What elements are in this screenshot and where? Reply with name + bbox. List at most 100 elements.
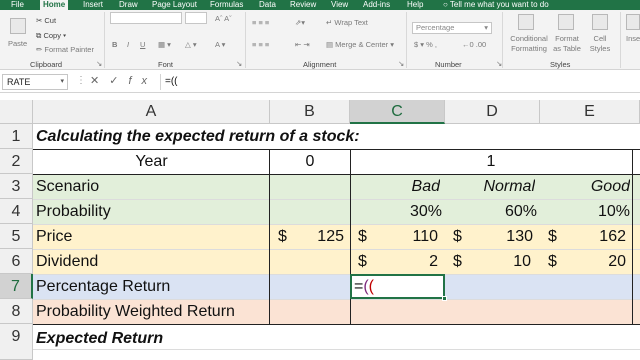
- paste-icon[interactable]: [10, 18, 26, 34]
- price-normal-cell[interactable]: 130: [445, 224, 533, 249]
- name-box[interactable]: RATE ▾: [2, 74, 68, 90]
- fill-color-icon[interactable]: △ ▾: [185, 40, 197, 49]
- expected-return-label-cell[interactable]: Expected Return: [36, 326, 163, 351]
- tab-home[interactable]: Home: [40, 0, 69, 10]
- left-align-icon[interactable]: ≡ ≡ ≡: [252, 40, 269, 49]
- fill-handle[interactable]: [442, 296, 447, 301]
- row-header-1[interactable]: 1: [0, 124, 33, 149]
- ribbon-separator: [502, 12, 503, 68]
- row-header-6[interactable]: 6: [0, 249, 33, 274]
- tab-review[interactable]: Review: [287, 0, 319, 10]
- insert-function-icon[interactable]: fx: [128, 75, 157, 87]
- insert-cells-icon[interactable]: [626, 14, 640, 30]
- weighted-return-label-cell[interactable]: Probability Weighted Return: [36, 299, 235, 324]
- currency-format-icon[interactable]: $ ▾ % ,: [414, 40, 437, 49]
- row-header-3[interactable]: 3: [0, 174, 33, 199]
- year-0-cell[interactable]: 0: [270, 149, 350, 174]
- year-1-cell[interactable]: 1: [350, 149, 632, 174]
- font-size-select[interactable]: [185, 12, 207, 24]
- column-header-d[interactable]: D: [445, 100, 540, 124]
- tab-page-layout[interactable]: Page Layout: [149, 0, 200, 10]
- prob-bad-cell[interactable]: 30%: [350, 199, 442, 224]
- tab-insert[interactable]: Insert: [80, 0, 106, 10]
- row-header-4[interactable]: 4: [0, 199, 33, 224]
- column-header-a[interactable]: A: [33, 100, 270, 124]
- tab-data[interactable]: Data: [256, 0, 279, 10]
- orientation-icon[interactable]: ⇗▾: [295, 18, 305, 27]
- indent-icon[interactable]: ⇤ ⇥: [295, 40, 310, 49]
- prob-good-cell[interactable]: 10%: [540, 199, 630, 224]
- format-as-table-icon[interactable]: [558, 14, 574, 30]
- copy-button[interactable]: ⧉ Copy ▾: [36, 31, 66, 41]
- dialog-launcher-icon[interactable]: ↘: [236, 59, 242, 68]
- row-header-5[interactable]: 5: [0, 224, 33, 249]
- column-header-b[interactable]: B: [270, 100, 350, 124]
- price-label-cell[interactable]: Price: [36, 224, 72, 249]
- price-0-cell[interactable]: 125: [270, 224, 344, 249]
- chevron-down-icon: ▾: [60, 78, 64, 85]
- column-header-c[interactable]: C: [350, 100, 445, 124]
- price-good-cell[interactable]: 162: [540, 224, 626, 249]
- formula-bar: RATE ▾ ⋮ ✕✓fx =((: [0, 71, 640, 93]
- font-name-select[interactable]: [110, 12, 182, 24]
- tell-me-search[interactable]: ○ Tell me what you want to do: [443, 0, 549, 10]
- sheet-title[interactable]: Calculating the expected return of a sto…: [36, 124, 360, 149]
- scenario-normal-cell[interactable]: Normal: [445, 174, 535, 199]
- cut-button[interactable]: ✂ Cut: [36, 16, 56, 25]
- paste-button[interactable]: Paste: [8, 39, 27, 48]
- div-bad-cell[interactable]: 2: [350, 249, 438, 274]
- cancel-icon[interactable]: ✕: [90, 75, 109, 87]
- dividend-label-cell[interactable]: Dividend: [36, 249, 98, 274]
- pct-return-label-cell[interactable]: Percentage Return: [36, 274, 170, 299]
- row-header-2[interactable]: 2: [0, 149, 33, 174]
- tab-help[interactable]: Help: [404, 0, 426, 10]
- tab-formulas[interactable]: Formulas: [207, 0, 246, 10]
- insert-cells-button[interactable]: Inse: [626, 34, 640, 43]
- italic-button[interactable]: I: [127, 40, 129, 49]
- format-as-table-button[interactable]: Format as Table: [551, 34, 583, 54]
- conditional-formatting-icon[interactable]: [518, 14, 534, 30]
- formula-input[interactable]: =((: [160, 74, 638, 90]
- top-align-icon[interactable]: ≡ ≡ ≡: [252, 18, 269, 27]
- dialog-launcher-icon[interactable]: ↘: [96, 59, 102, 68]
- wrap-text-button[interactable]: ↵ Wrap Text: [326, 18, 368, 27]
- tab-file[interactable]: File: [8, 0, 27, 10]
- enter-icon[interactable]: ✓: [109, 75, 128, 87]
- format-painter-button[interactable]: ✏ Format Painter: [36, 45, 94, 54]
- active-cell-editor[interactable]: =((: [350, 274, 445, 299]
- div-normal-cell[interactable]: 10: [445, 249, 531, 274]
- year-label-cell[interactable]: Year: [33, 149, 270, 174]
- underline-button[interactable]: U: [140, 40, 145, 49]
- ribbon: Paste ✂ Cut ⧉ Copy ▾ ✏ Format Painter Cl…: [0, 10, 640, 70]
- font-color-icon[interactable]: A ▾: [215, 40, 225, 49]
- prob-normal-cell[interactable]: 60%: [445, 199, 537, 224]
- number-format-select[interactable]: Percentage ▾: [412, 22, 492, 34]
- tab-view[interactable]: View: [328, 0, 351, 10]
- cell-styles-icon[interactable]: [592, 14, 608, 30]
- worksheet-grid[interactable]: A B C D E 1 2 3 4 5 6 7 8 9 Calculating …: [0, 100, 640, 360]
- scenario-label-cell[interactable]: Scenario: [36, 174, 99, 199]
- probability-label-cell[interactable]: Probability: [36, 199, 111, 224]
- table-border: [33, 324, 640, 325]
- decimal-icon[interactable]: ←0 .00: [462, 40, 486, 49]
- bold-button[interactable]: B: [112, 40, 117, 49]
- scenario-good-cell[interactable]: Good: [540, 174, 630, 199]
- select-all-corner[interactable]: [0, 100, 33, 124]
- dialog-launcher-icon[interactable]: ↘: [398, 59, 404, 68]
- lightbulb-icon: ○: [443, 0, 448, 9]
- row-header-9[interactable]: 9: [0, 324, 33, 360]
- price-bad-cell[interactable]: 110: [350, 224, 438, 249]
- tab-add-ins[interactable]: Add-ins: [360, 0, 393, 10]
- cell-styles-button[interactable]: Cell Styles: [588, 34, 612, 54]
- column-header-e[interactable]: E: [540, 100, 640, 124]
- grow-font-icon[interactable]: Aˆ Aˇ: [215, 14, 232, 23]
- scenario-bad-cell[interactable]: Bad: [350, 174, 440, 199]
- ribbon-separator: [406, 12, 407, 68]
- row-header-7[interactable]: 7: [0, 274, 33, 299]
- row-header-8[interactable]: 8: [0, 299, 33, 324]
- borders-icon[interactable]: ▦ ▾: [158, 40, 171, 49]
- div-good-cell[interactable]: 20: [540, 249, 626, 274]
- merge-center-button[interactable]: ▤ Merge & Center ▾: [326, 40, 394, 49]
- conditional-formatting-button[interactable]: Conditional Formatting: [508, 34, 550, 54]
- tab-draw[interactable]: Draw: [116, 0, 141, 10]
